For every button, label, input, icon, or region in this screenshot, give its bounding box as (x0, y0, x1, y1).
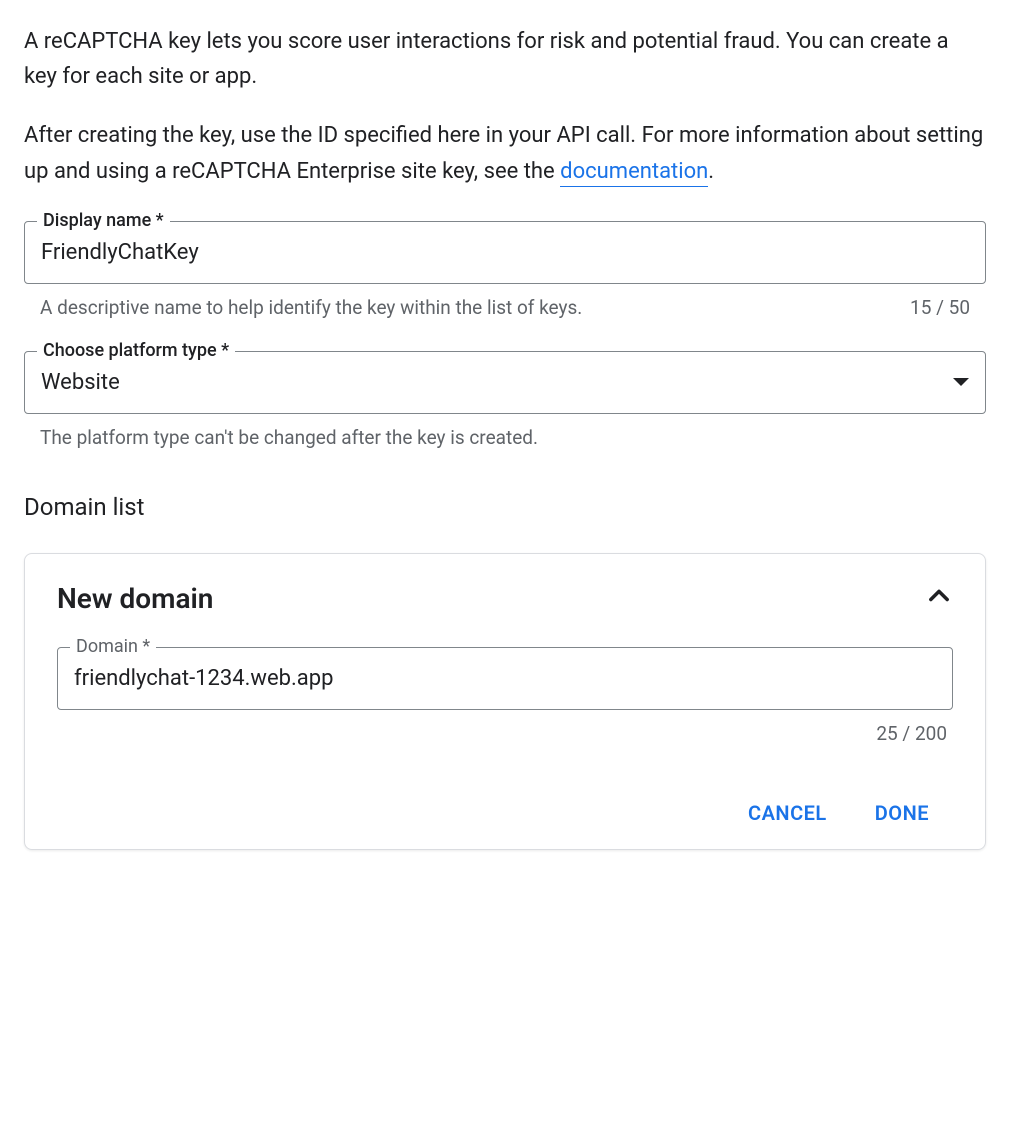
platform-type-select[interactable]: Choose platform type * Website (24, 351, 986, 414)
display-name-label: Display name * (37, 210, 170, 231)
card-header[interactable]: New domain (57, 582, 953, 615)
display-name-helper: A descriptive name to help identify the … (40, 296, 582, 319)
platform-type-helper-row: The platform type can't be changed after… (24, 414, 986, 449)
new-domain-title: New domain (57, 582, 213, 615)
intro-paragraph-2: After creating the key, use the ID speci… (24, 118, 986, 188)
domain-outline: Domain * (57, 647, 953, 710)
display-name-field: Display name * A descriptive name to hel… (24, 221, 986, 319)
done-button[interactable]: DONE (875, 801, 929, 825)
domain-counter: 25 / 200 (57, 710, 953, 745)
domain-input[interactable] (74, 666, 936, 691)
dropdown-icon (953, 378, 969, 386)
domain-list-heading: Domain list (24, 493, 986, 521)
intro-paragraph-2-suffix: . (708, 159, 714, 184)
display-name-outline: Display name * (24, 221, 986, 284)
display-name-helper-row: A descriptive name to help identify the … (24, 284, 986, 319)
display-name-counter: 15 / 50 (910, 296, 970, 319)
domain-label: Domain * (70, 636, 156, 657)
intro-paragraph-1: A reCAPTCHA key lets you score user inte… (24, 24, 986, 94)
new-domain-card: New domain Domain * 25 / 200 CANCEL DONE (24, 553, 986, 850)
documentation-link[interactable]: documentation (560, 159, 708, 187)
domain-field: Domain * (57, 647, 953, 710)
intro-paragraph-2-prefix: After creating the key, use the ID speci… (24, 123, 983, 183)
chevron-up-icon (925, 582, 953, 614)
platform-type-label: Choose platform type * (37, 340, 235, 361)
platform-type-field: Choose platform type * Website The platf… (24, 351, 986, 449)
cancel-button[interactable]: CANCEL (748, 801, 827, 825)
display-name-input[interactable] (41, 240, 969, 265)
platform-type-value: Website (41, 370, 120, 395)
intro-text: A reCAPTCHA key lets you score user inte… (24, 24, 986, 189)
platform-type-helper: The platform type can't be changed after… (40, 426, 538, 449)
card-actions: CANCEL DONE (57, 801, 953, 825)
